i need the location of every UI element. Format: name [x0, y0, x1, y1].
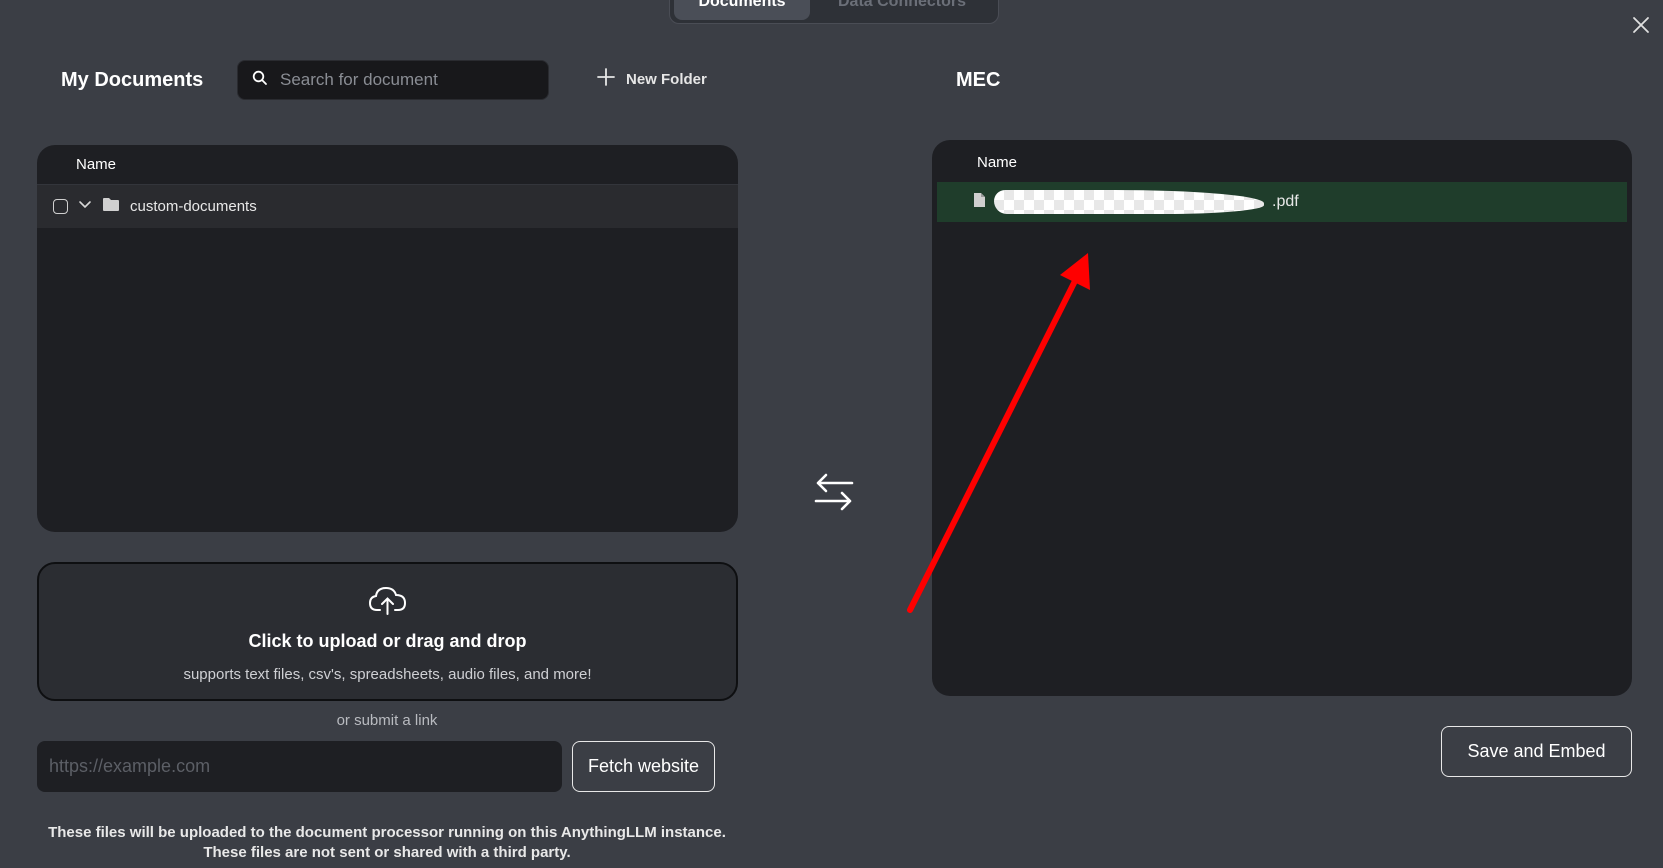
cloud-upload-icon [368, 584, 408, 621]
my-documents-title: My Documents [61, 69, 204, 91]
tab-data-connectors[interactable]: Data Connectors [818, 0, 986, 20]
close-icon[interactable] [1630, 14, 1652, 36]
name-header-label: Name [76, 156, 117, 173]
search-bar[interactable] [237, 60, 549, 100]
fetch-website-button[interactable]: Fetch website [572, 741, 715, 792]
name-column-header: Name [37, 145, 738, 185]
folder-checkbox[interactable] [53, 199, 68, 214]
search-input[interactable] [280, 70, 540, 90]
workspace-documents-panel: Name .pdf [932, 140, 1632, 696]
upload-sub-text: supports text files, csv's, spreadsheets… [183, 666, 592, 683]
new-folder-label: New Folder [626, 70, 707, 88]
swap-arrows-icon [812, 470, 856, 514]
save-and-embed-button[interactable]: Save and Embed [1441, 726, 1632, 777]
folder-icon [102, 197, 120, 216]
workspace-title: MEC [956, 69, 1001, 91]
upload-disclaimer: These files will be uploaded to the docu… [0, 823, 774, 863]
tab-documents[interactable]: Documents [674, 0, 810, 20]
folder-name: custom-documents [130, 198, 257, 215]
disclaimer-line-2: These files are not sent or shared with … [203, 844, 571, 861]
url-input[interactable] [37, 741, 562, 792]
new-folder-button[interactable]: New Folder [596, 67, 707, 91]
folder-row[interactable]: custom-documents [37, 185, 738, 228]
or-submit-link-label: or submit a link [336, 712, 438, 729]
upload-main-text: Click to upload or drag and drop [248, 631, 527, 651]
workspace-file-row[interactable]: .pdf [937, 182, 1627, 222]
redacted-filename [994, 190, 1264, 214]
file-extension: .pdf [1272, 193, 1299, 210]
upload-dropzone[interactable]: Click to upload or drag and drop support… [37, 562, 738, 701]
disclaimer-line-1: These files will be uploaded to the docu… [48, 824, 726, 841]
plus-icon [596, 67, 616, 91]
workspace-name-header: Name [932, 140, 1632, 184]
workspace-header-label: Name [977, 153, 1018, 171]
chevron-down-icon[interactable] [78, 198, 92, 216]
search-icon [252, 70, 268, 91]
my-documents-panel: Name custom-documents [37, 145, 738, 532]
tab-bar: Documents Data Connectors [669, 0, 999, 24]
file-icon [973, 192, 986, 213]
